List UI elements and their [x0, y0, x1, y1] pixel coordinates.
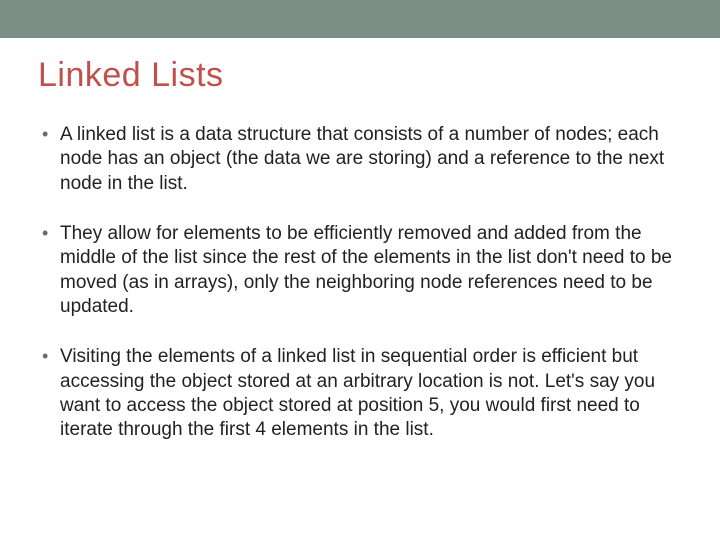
slide-header-bar: [0, 0, 720, 38]
slide-content: Linked Lists A linked list is a data str…: [0, 38, 720, 442]
list-item: They allow for elements to be efficientl…: [42, 222, 682, 319]
bullet-list: A linked list is a data structure that c…: [38, 123, 682, 442]
slide-title: Linked Lists: [38, 56, 682, 95]
list-item: A linked list is a data structure that c…: [42, 123, 682, 196]
list-item: Visiting the elements of a linked list i…: [42, 345, 682, 442]
